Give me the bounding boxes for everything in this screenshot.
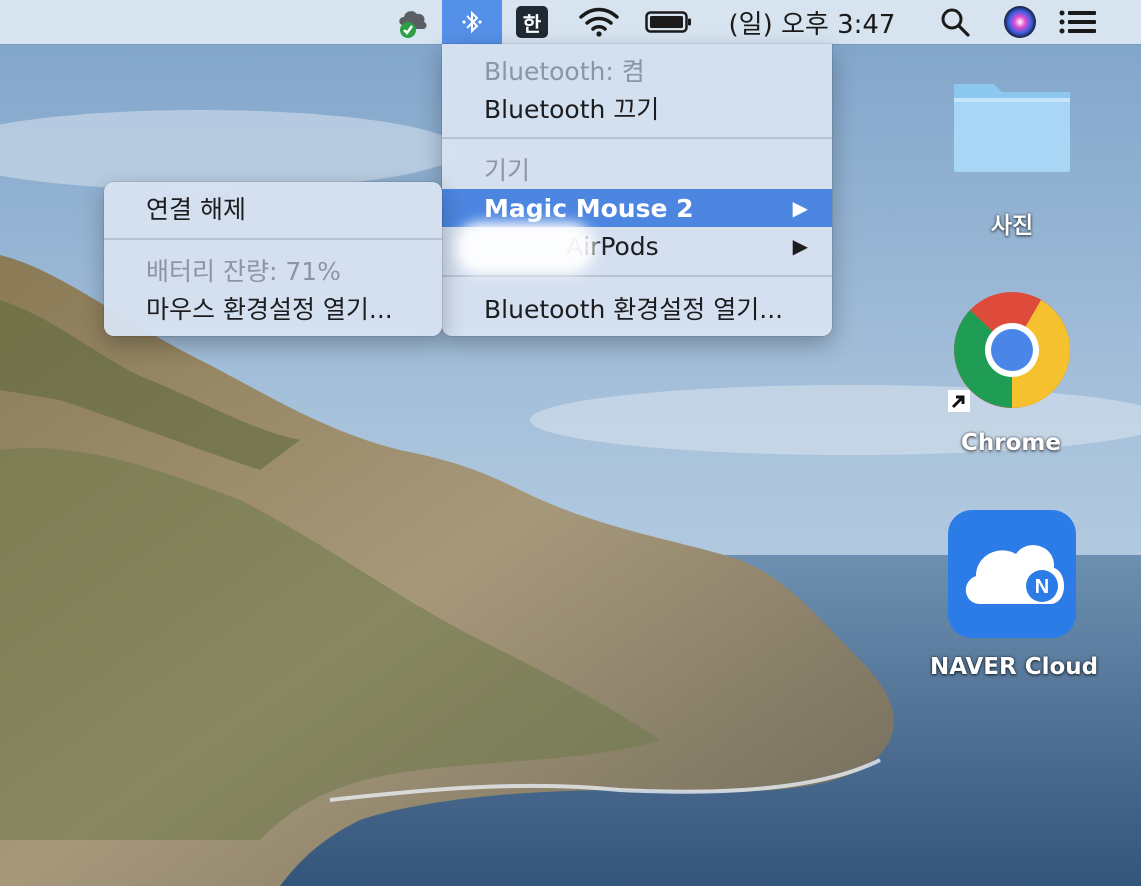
folder-icon <box>954 84 1070 172</box>
disconnect-item[interactable]: 연결 해제 <box>104 189 442 227</box>
desktop-item-label: Chrome <box>961 430 1061 456</box>
menu-separator <box>442 137 832 139</box>
desktop-item-label: NAVER Cloud <box>930 654 1099 680</box>
bluetooth-toggle-item[interactable]: Bluetooth 끄기 <box>442 89 832 127</box>
battery-icon[interactable] <box>643 0 695 44</box>
alias-arrow-icon <box>948 390 970 412</box>
menu-separator <box>442 275 832 277</box>
bluetooth-icon[interactable] <box>442 0 502 44</box>
redaction-blur <box>455 222 595 274</box>
control-center-icon[interactable] <box>1056 0 1100 44</box>
desktop-item-naver-cloud[interactable]: N NAVER Cloud <box>930 510 1099 690</box>
naver-cloud-icon: N <box>948 510 1076 638</box>
submenu-arrow-icon: ▶ <box>792 234 808 258</box>
device-item-label: Magic Mouse 2 <box>484 193 694 223</box>
siri-icon[interactable] <box>1000 0 1040 44</box>
icloud-sync-icon[interactable] <box>393 0 433 44</box>
spotlight-icon[interactable] <box>936 0 974 44</box>
input-source-indicator[interactable]: 한 <box>515 0 549 44</box>
bluetooth-prefs-item[interactable]: Bluetooth 환경설정 열기... <box>442 289 832 327</box>
wifi-icon[interactable] <box>576 0 622 44</box>
mouse-prefs-item[interactable]: 마우스 환경설정 열기... <box>104 289 442 327</box>
menubar-clock[interactable]: (일) 오후 3:47 <box>727 0 897 44</box>
menu-separator <box>104 238 442 240</box>
desktop-item-photos-folder[interactable]: 사진 <box>944 70 1080 240</box>
menu-bar: 한 (일) 오후 3:47 <box>0 0 1141 44</box>
devices-header: 기기 <box>484 156 531 185</box>
submenu-arrow-icon: ▶ <box>792 196 808 220</box>
svg-text:N: N <box>1035 576 1049 598</box>
desktop-item-chrome[interactable]: Chrome <box>930 286 1092 466</box>
bluetooth-status: Bluetooth: 켬 <box>484 57 645 86</box>
bluetooth-menu: Bluetooth: 켬 Bluetooth 끄기 기기 Magic Mouse… <box>442 44 832 336</box>
input-source-label: 한 <box>516 6 548 38</box>
battery-level-label: 배터리 잔량: 71% <box>146 257 341 286</box>
device-submenu: 연결 해제 배터리 잔량: 71% 마우스 환경설정 열기... <box>104 182 442 336</box>
desktop-item-label: 사진 <box>990 213 1034 239</box>
